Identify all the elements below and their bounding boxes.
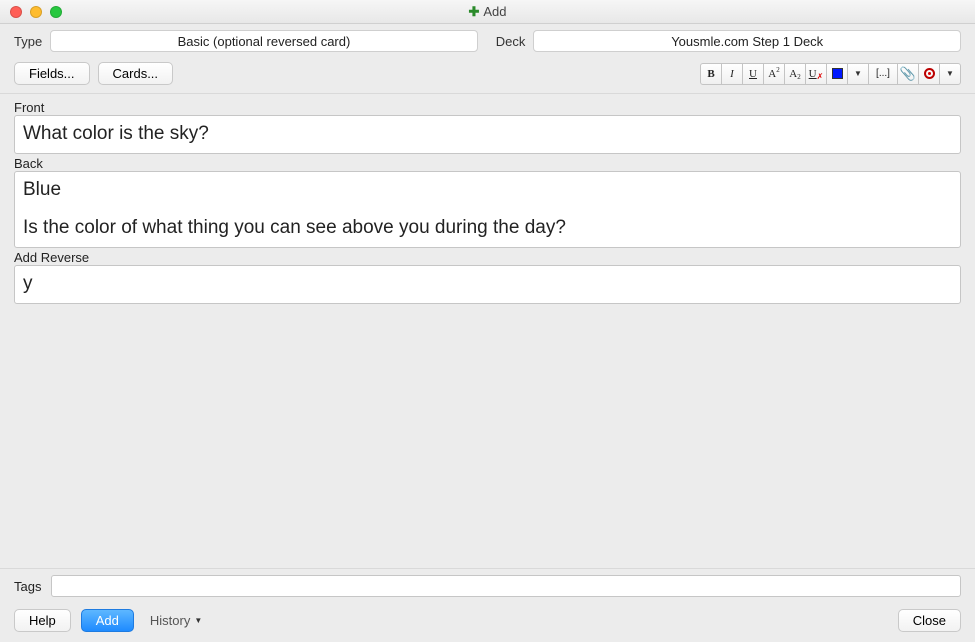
deck-label: Deck (496, 34, 526, 49)
bottom-bar: Tags Help Add History▼ Close (0, 568, 975, 642)
subscript-button[interactable]: A2 (784, 63, 806, 85)
tags-label: Tags (14, 579, 41, 594)
cards-button[interactable]: Cards... (98, 62, 174, 85)
front-field[interactable]: What color is the sky? (14, 115, 961, 154)
window-titlebar: ✚Add (0, 0, 975, 24)
cloze-button[interactable]: [...] (868, 63, 898, 85)
record-button[interactable] (918, 63, 940, 85)
add-button[interactable]: Add (81, 609, 134, 632)
deck-value: Yousmle.com Step 1 Deck (671, 34, 823, 49)
back-field[interactable]: Blue Is the color of what thing you can … (14, 171, 961, 248)
type-label: Type (14, 34, 42, 49)
superscript-button[interactable]: A2 (763, 63, 785, 85)
back-label: Back (14, 156, 961, 171)
more-dropdown[interactable]: ▼ (939, 63, 961, 85)
format-toolbar: B I U A2 A2 U✗ ▼ [...] 📎 ▼ (700, 63, 961, 85)
add-reverse-label: Add Reverse (14, 250, 961, 265)
bold-button[interactable]: B (700, 63, 722, 85)
window-title: ✚Add (0, 4, 975, 20)
paperclip-icon: 📎 (900, 66, 916, 82)
text-color-button[interactable] (826, 63, 848, 85)
front-label: Front (14, 100, 961, 115)
add-reverse-field[interactable]: y (14, 265, 961, 304)
action-row: Help Add History▼ Close (0, 603, 975, 642)
italic-button[interactable]: I (721, 63, 743, 85)
add-icon: ✚ (468, 4, 479, 19)
history-dropdown[interactable]: History▼ (144, 612, 208, 629)
type-selector[interactable]: Basic (optional reversed card) (50, 30, 478, 52)
editor-area: Front What color is the sky? Back Blue I… (0, 94, 975, 304)
record-icon (924, 68, 935, 79)
underline-button[interactable]: U (742, 63, 764, 85)
attach-button[interactable]: 📎 (897, 63, 919, 85)
type-value: Basic (optional reversed card) (178, 34, 351, 49)
deck-selector[interactable]: Yousmle.com Step 1 Deck (533, 30, 961, 52)
remove-format-button[interactable]: U✗ (805, 63, 827, 85)
tags-input[interactable] (51, 575, 961, 597)
close-button[interactable]: Close (898, 609, 961, 632)
text-color-dropdown[interactable]: ▼ (847, 63, 869, 85)
help-button[interactable]: Help (14, 609, 71, 632)
toolbar-row: Fields... Cards... B I U A2 A2 U✗ ▼ [...… (0, 58, 975, 94)
fields-button[interactable]: Fields... (14, 62, 90, 85)
type-deck-row: Type Basic (optional reversed card) Deck… (0, 24, 975, 58)
chevron-down-icon: ▼ (194, 616, 202, 625)
tags-row: Tags (0, 568, 975, 603)
